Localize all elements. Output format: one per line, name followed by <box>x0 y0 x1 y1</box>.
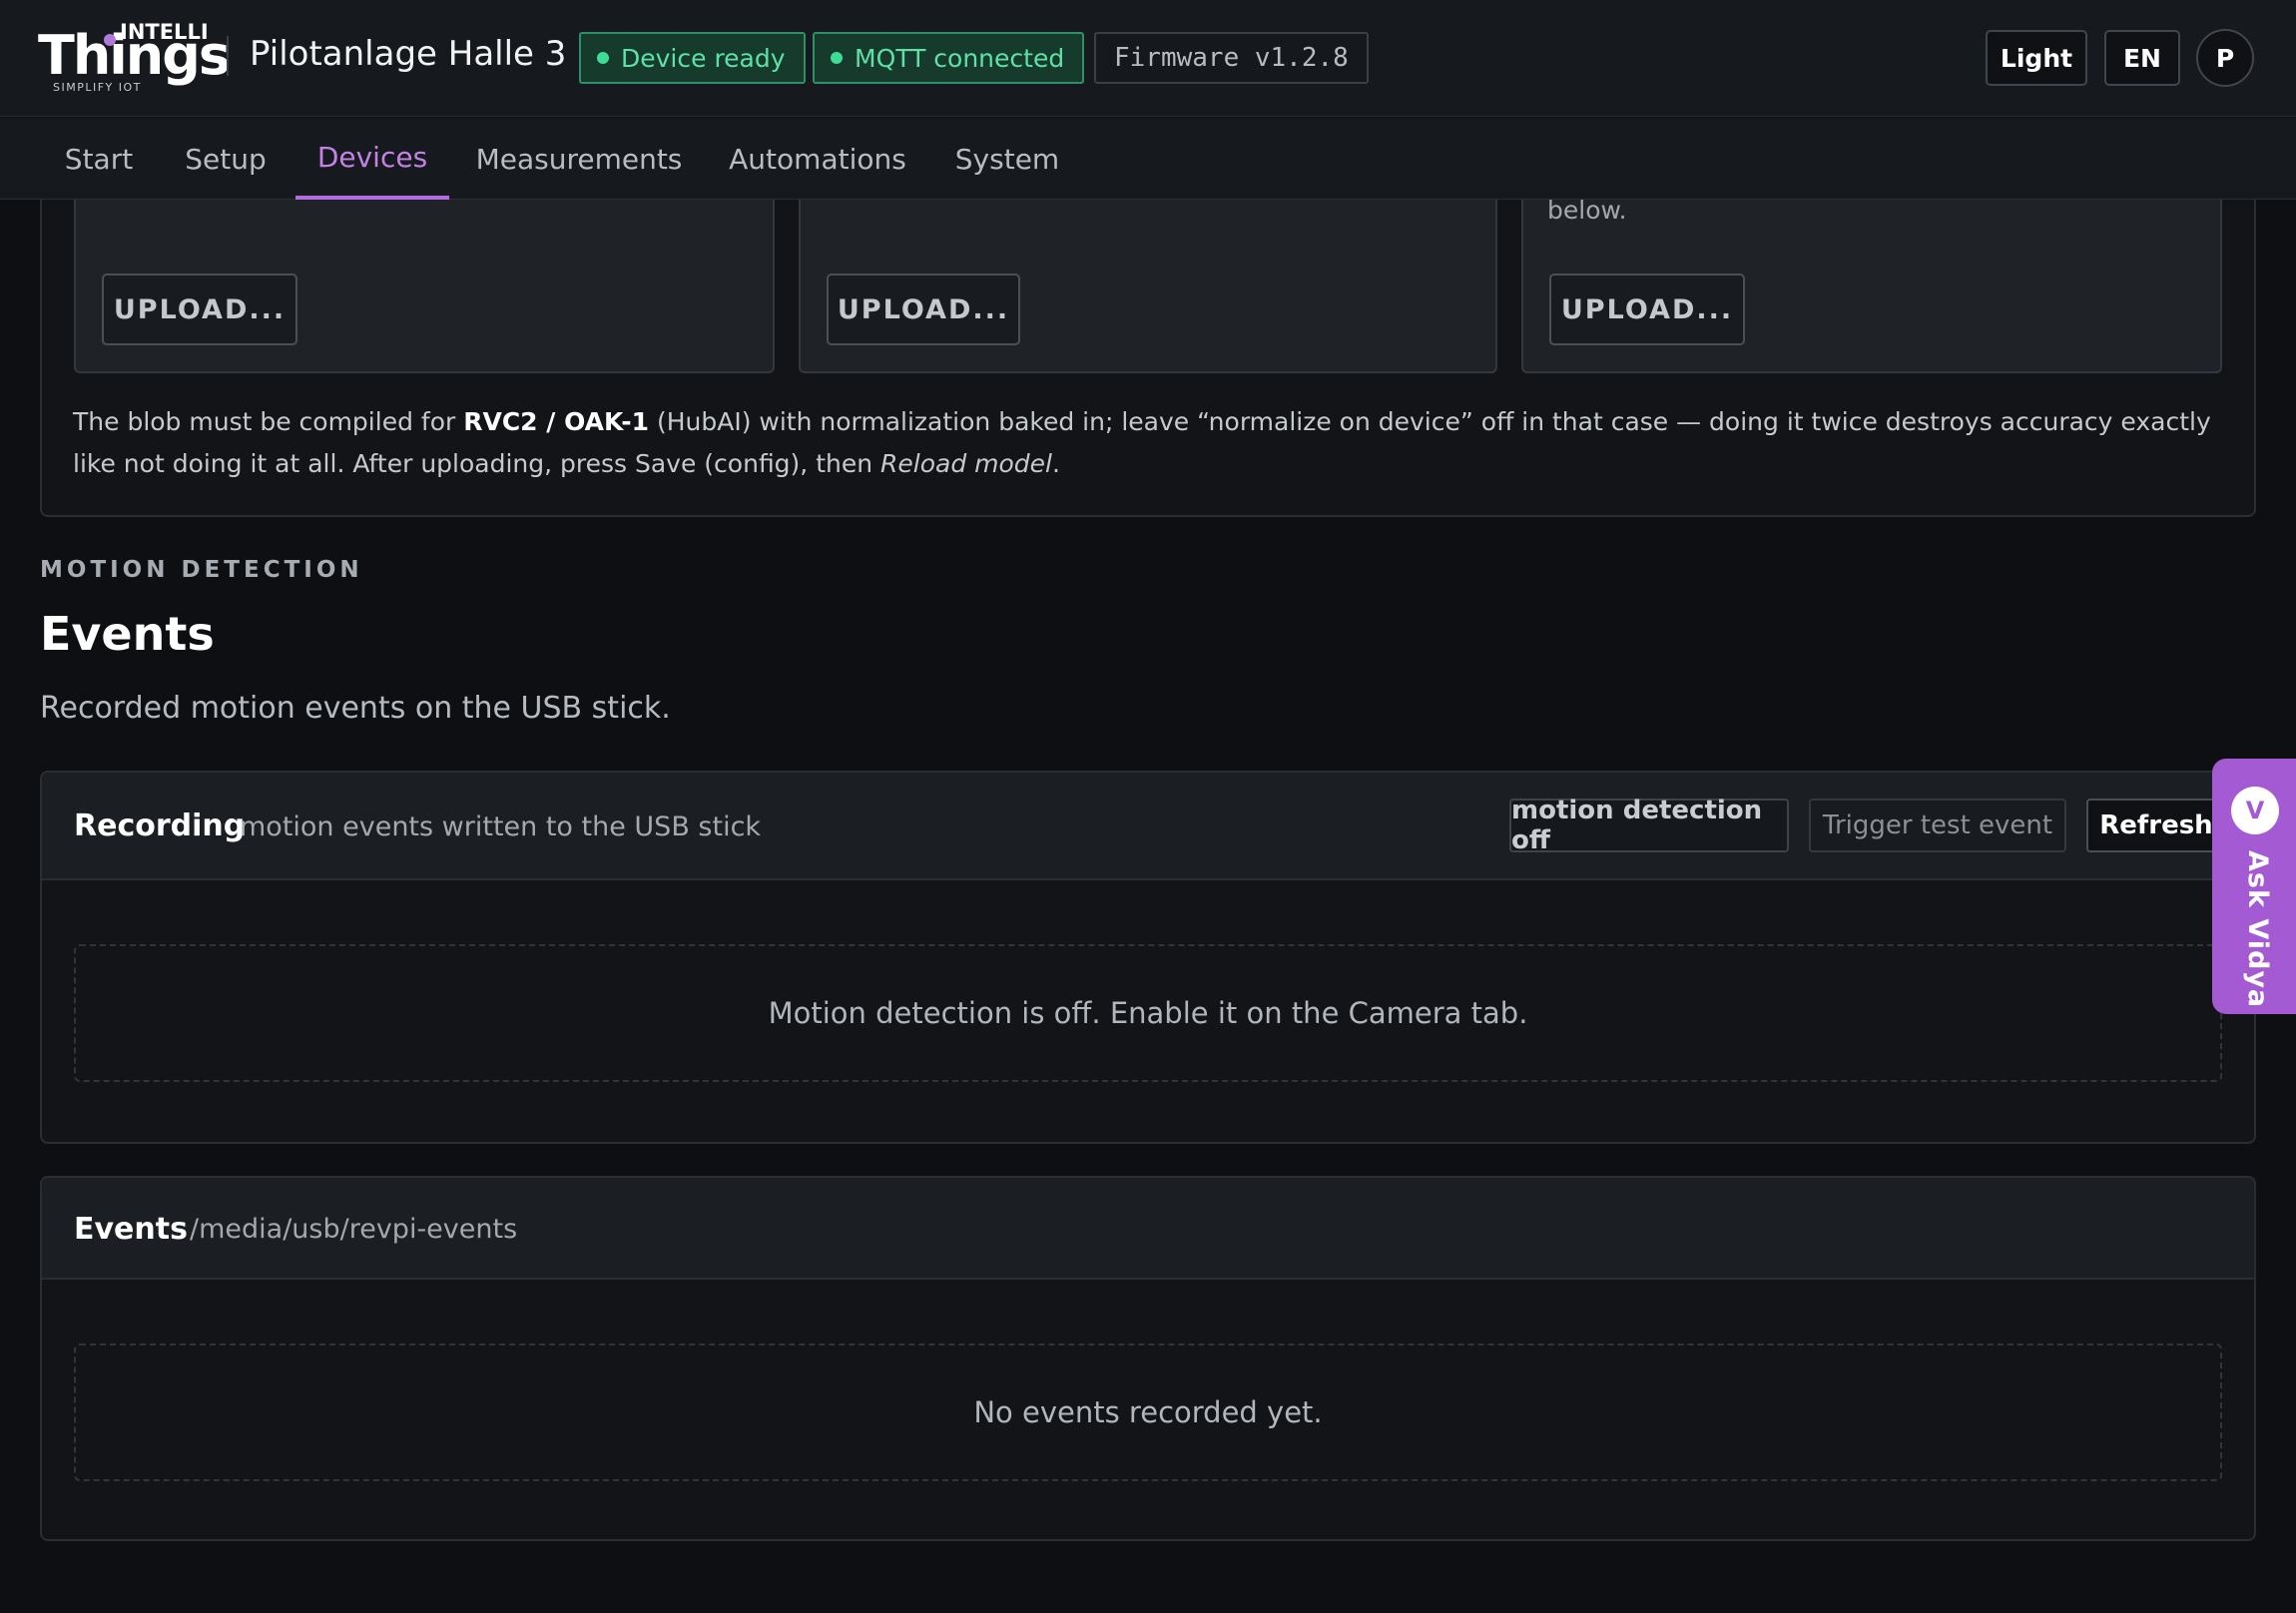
status-dot-icon <box>831 52 843 64</box>
events-panel: Events /media/usb/revpi-events No events… <box>40 1176 2256 1541</box>
status-dot-icon <box>597 52 609 64</box>
trigger-test-event-button[interactable]: Trigger test event <box>1809 799 2066 852</box>
ask-vidya-label: Ask Vidya <box>2242 850 2273 1009</box>
app-root: Things INTELLI SIMPLIFY IOT Pilotanlage … <box>0 0 2296 1613</box>
intellithings-logo[interactable]: Things INTELLI SIMPLIFY IOT <box>38 18 231 96</box>
mqtt-status-badge: MQTT connected <box>813 32 1085 84</box>
firmware-badge: Firmware v1.2.8 <box>1094 32 1369 84</box>
recording-panel-subtitle: motion events written to the USB stick <box>240 811 762 842</box>
recording-empty-state: Motion detection is off. Enable it on th… <box>74 944 2222 1082</box>
upload-button-2[interactable]: UPLOAD... <box>827 273 1020 345</box>
note-text-1: The blob must be compiled for <box>73 407 464 436</box>
top-bar: Things INTELLI SIMPLIFY IOT Pilotanlage … <box>0 0 2296 117</box>
tab-measurements[interactable]: Measurements <box>469 118 689 200</box>
upload-button-3[interactable]: UPLOAD... <box>1549 273 1745 345</box>
upload-button-1[interactable]: UPLOAD... <box>102 273 297 345</box>
logo-tagline: SIMPLIFY IOT <box>53 81 142 94</box>
note-target-hardware: RVC2 / OAK-1 <box>463 407 649 436</box>
tab-start[interactable]: Start <box>52 118 146 200</box>
tab-automations[interactable]: Automations <box>721 118 914 200</box>
note-text-3: . <box>1052 449 1060 478</box>
recording-panel-title: Recording <box>74 808 246 843</box>
recording-panel-header: Recording motion events written to the U… <box>42 773 2254 880</box>
theme-toggle-button[interactable]: Light <box>1986 30 2087 86</box>
recording-panel: Recording motion events written to the U… <box>40 771 2256 1144</box>
mqtt-status-label: MQTT connected <box>855 43 1065 73</box>
device-status-label: Device ready <box>621 43 786 73</box>
header-divider <box>227 36 229 76</box>
events-empty-state: No events recorded yet. <box>74 1344 2222 1481</box>
main-navigation: Start Setup Devices Measurements Automat… <box>0 118 2296 200</box>
section-title: Events <box>40 607 215 661</box>
upload-card-3: UPLOAD... <box>1521 200 2222 373</box>
note-reload-model: Reload model <box>880 449 1053 478</box>
tab-setup[interactable]: Setup <box>172 118 280 200</box>
events-panel-title: Events <box>74 1212 188 1247</box>
device-status-badge: Device ready <box>579 32 806 84</box>
ask-vidya-tab[interactable]: V Ask Vidya <box>2212 759 2296 1014</box>
vidya-avatar-icon: V <box>2231 787 2279 834</box>
tab-system[interactable]: System <box>946 118 1068 200</box>
blob-compile-note: The blob must be compiled for RVC2 / OAK… <box>73 401 2229 485</box>
motion-detection-status-badge: motion detection off <box>1509 796 1789 855</box>
site-name: Pilotanlage Halle 3 <box>250 34 567 74</box>
firmware-label: Firmware v1.2.8 <box>1114 43 1349 73</box>
events-storage-path: /media/usb/revpi-events <box>190 1214 518 1245</box>
user-avatar-button[interactable]: P <box>2196 29 2254 87</box>
section-description: Recorded motion events on the USB stick. <box>40 691 671 726</box>
tab-devices[interactable]: Devices <box>295 118 449 200</box>
logo-dot-icon <box>104 34 116 46</box>
refresh-button[interactable]: Refresh <box>2086 799 2226 852</box>
upload-card-3-text: below. <box>1547 196 1627 225</box>
language-button[interactable]: EN <box>2104 30 2180 86</box>
upload-card-2: UPLOAD... <box>799 200 1497 373</box>
upload-card-1: UPLOAD... <box>74 200 775 373</box>
events-panel-header: Events /media/usb/revpi-events <box>42 1178 2254 1280</box>
section-eyebrow: MOTION DETECTION <box>40 557 363 583</box>
logo-prefix: INTELLI <box>120 20 209 44</box>
